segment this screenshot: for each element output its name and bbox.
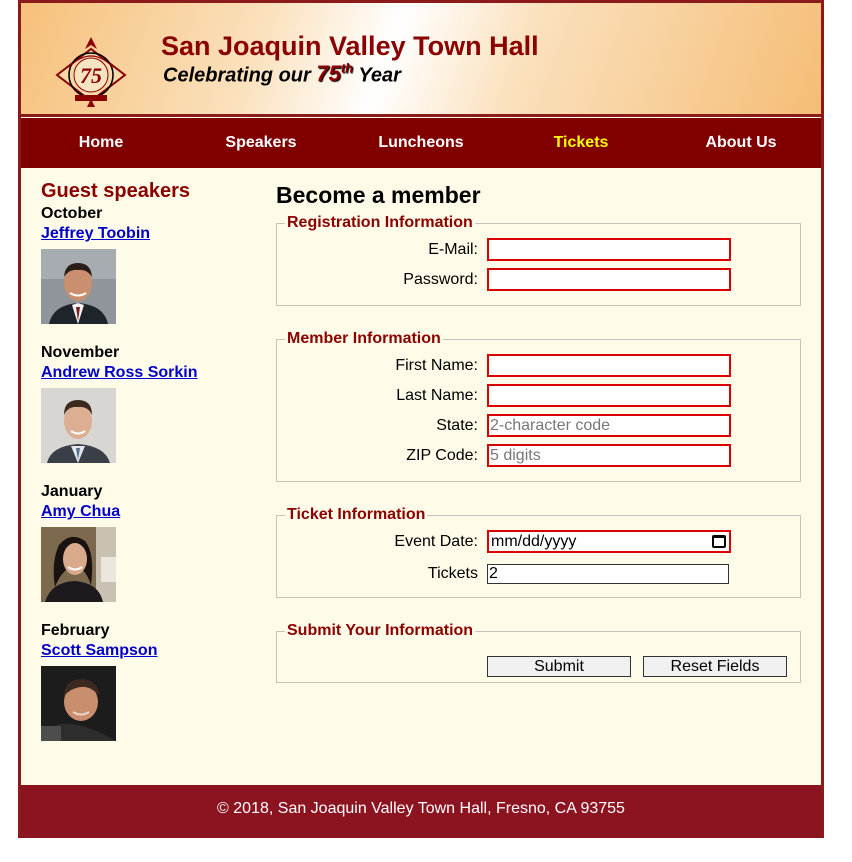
page-title: Become a member bbox=[276, 182, 481, 208]
state-label: State: bbox=[436, 417, 478, 434]
tickets-label: Tickets bbox=[427, 565, 478, 582]
event-date-field[interactable]: mm/dd/yyyy bbox=[487, 530, 731, 553]
nav-home[interactable]: Home bbox=[21, 118, 181, 168]
sidebar-heading: Guest speakers bbox=[41, 180, 190, 202]
ticket-fieldset: Ticket Information Event Date: mm/dd/yyy… bbox=[276, 506, 801, 598]
nav-speakers[interactable]: Speakers bbox=[181, 118, 341, 168]
speaker-link-chua[interactable]: Amy Chua bbox=[41, 502, 120, 522]
password-field[interactable] bbox=[487, 268, 731, 291]
password-label: Password: bbox=[403, 271, 478, 288]
main-content: Become a member Registration Information… bbox=[276, 178, 806, 707]
speaker-month: January bbox=[41, 483, 103, 500]
speaker-link-sampson[interactable]: Scott Sampson bbox=[41, 641, 157, 661]
member-legend: Member Information bbox=[287, 330, 441, 347]
event-date-row: Event Date: mm/dd/yyyy bbox=[277, 528, 800, 558]
first-name-label: First Name: bbox=[395, 357, 478, 374]
last-name-row: Last Name: bbox=[277, 382, 800, 412]
last-name-field[interactable] bbox=[487, 384, 731, 407]
speaker-item: February Scott Sampson bbox=[41, 621, 261, 760]
calendar-icon[interactable] bbox=[712, 535, 726, 548]
speaker-item: January Amy Chua bbox=[41, 482, 261, 621]
last-name-label: Last Name: bbox=[396, 387, 478, 404]
site-header: 75 San Joaquin Valley Town Hall Celebrat… bbox=[21, 0, 821, 117]
tagline-suffix: Year bbox=[353, 64, 401, 87]
speaker-link-toobin[interactable]: Jeffrey Toobin bbox=[41, 224, 150, 244]
page-container: 75 San Joaquin Valley Town Hall Celebrat… bbox=[18, 0, 824, 838]
event-date-label: Event Date: bbox=[394, 533, 478, 550]
speaker-item: November Andrew Ross Sorkin bbox=[41, 343, 261, 482]
submit-legend: Submit Your Information bbox=[287, 622, 474, 639]
reset-button[interactable]: Reset Fields bbox=[643, 656, 787, 677]
state-row: State: bbox=[277, 412, 800, 442]
tagline-number: 75 bbox=[316, 61, 341, 87]
first-name-row: First Name: bbox=[277, 352, 800, 382]
main-nav: Home Speakers Luncheons Tickets About Us bbox=[21, 118, 821, 168]
site-title: San Joaquin Valley Town Hall bbox=[161, 31, 539, 61]
speaker-photo-toobin[interactable] bbox=[41, 249, 116, 324]
speaker-month: October bbox=[41, 205, 103, 222]
speaker-item: October Jeffrey Toobin bbox=[41, 204, 261, 343]
member-fieldset: Member Information First Name: Last Name… bbox=[276, 330, 801, 482]
speaker-photo-sampson[interactable] bbox=[41, 666, 116, 741]
ticket-legend: Ticket Information bbox=[287, 506, 426, 523]
registration-legend: Registration Information bbox=[287, 214, 473, 231]
event-date-value: mm/dd/yyyy bbox=[491, 533, 577, 550]
speaker-link-sorkin[interactable]: Andrew Ross Sorkin bbox=[41, 363, 197, 383]
first-name-field[interactable] bbox=[487, 354, 731, 377]
nav-about-us[interactable]: About Us bbox=[661, 118, 821, 168]
tickets-field[interactable] bbox=[487, 564, 729, 584]
site-tagline: Celebrating our 75th Year bbox=[163, 61, 401, 87]
registration-fieldset: Registration Information E-Mail: Passwor… bbox=[276, 214, 801, 306]
zip-field[interactable] bbox=[487, 444, 731, 467]
speaker-photo-sorkin[interactable] bbox=[41, 388, 116, 463]
email-row: E-Mail: bbox=[277, 236, 800, 266]
tagline-ordinal: th bbox=[340, 61, 354, 76]
speaker-photo-chua[interactable] bbox=[41, 527, 116, 602]
password-row: Password: bbox=[277, 266, 800, 296]
nav-luncheons[interactable]: Luncheons bbox=[341, 118, 501, 168]
tickets-row: Tickets bbox=[277, 560, 800, 590]
state-field[interactable] bbox=[487, 414, 731, 437]
speaker-month: February bbox=[41, 622, 110, 639]
submit-fieldset: Submit Your Information Submit Reset Fie… bbox=[276, 622, 801, 683]
speaker-month: November bbox=[41, 344, 120, 361]
zip-row: ZIP Code: bbox=[277, 442, 800, 472]
nav-tickets[interactable]: Tickets bbox=[501, 118, 661, 168]
tagline-prefix: Celebrating our bbox=[163, 64, 317, 87]
email-field[interactable] bbox=[487, 238, 731, 261]
logo-text: 75 bbox=[80, 63, 102, 88]
zip-label: ZIP Code: bbox=[406, 447, 478, 464]
submit-button[interactable]: Submit bbox=[487, 656, 631, 677]
town-hall-logo: 75 bbox=[55, 37, 127, 107]
site-footer: © 2018, San Joaquin Valley Town Hall, Fr… bbox=[21, 785, 821, 838]
speakers-sidebar: Guest speakers October Jeffrey Toobin No… bbox=[41, 178, 261, 760]
tagline-year: 75th bbox=[316, 61, 353, 86]
email-label: E-Mail: bbox=[428, 241, 478, 258]
